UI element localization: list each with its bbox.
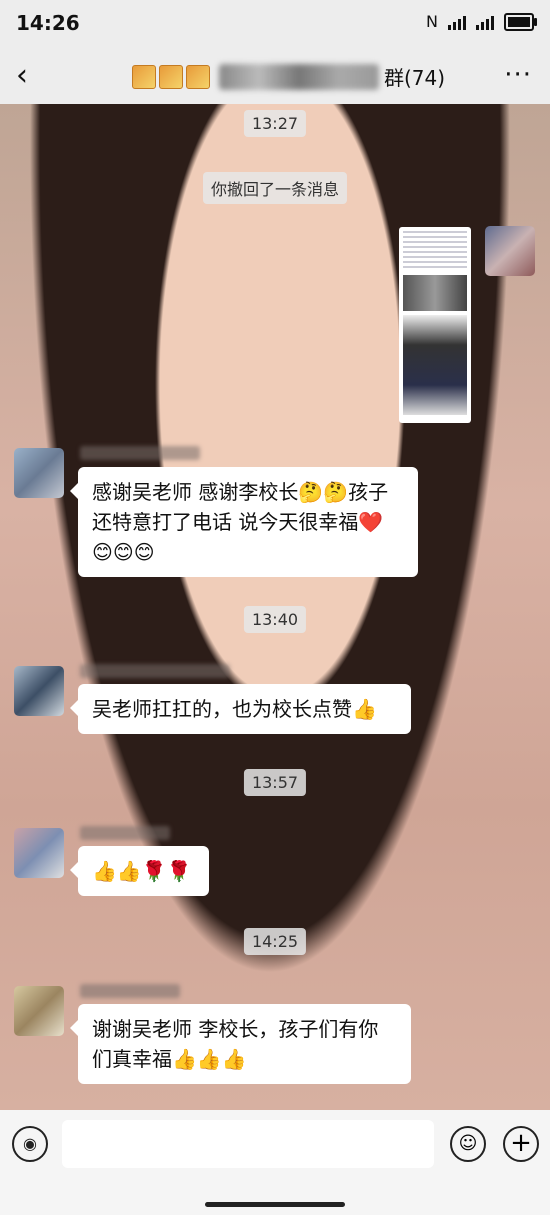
status-bar: 14:26 N (0, 0, 550, 48)
message-text: 😊😊😊 (92, 540, 155, 564)
signal-icon-2 (476, 14, 494, 30)
sender-name (80, 446, 200, 460)
voice-icon[interactable]: ◉ (12, 1126, 48, 1162)
avatar[interactable] (14, 986, 64, 1036)
image-message[interactable] (399, 227, 471, 423)
emoji-icon[interactable]: ☺ (450, 1126, 486, 1162)
battery-charging-icon (504, 12, 537, 31)
message-bubble[interactable]: 👍👍🌹🌹 (70, 846, 209, 896)
chevron-left-icon[interactable]: ‹ (16, 58, 40, 94)
avatar[interactable] (14, 448, 64, 498)
message-text: 感谢吴老师 感谢李校长🤔🤔孩子 (92, 480, 389, 504)
status-icons: N (426, 12, 537, 31)
message-bubble[interactable]: 感谢吴老师 感谢李校长🤔🤔孩子 还特意打了电话 说今天很幸福❤️ 😊😊😊 (70, 467, 418, 577)
sender-name (80, 826, 170, 840)
message-bubble[interactable]: 吴老师扛扛的，也为校长点赞👍 (70, 684, 411, 734)
sender-name (80, 984, 180, 998)
status-time: 14:26 (16, 11, 80, 35)
home-indicator[interactable] (205, 1202, 345, 1207)
message-text: 谢谢吴老师 李校长，孩子们有你 (92, 1017, 379, 1041)
signal-icon (448, 14, 466, 30)
more-horizontal-icon[interactable]: ··· (504, 60, 532, 90)
avatar[interactable] (14, 828, 64, 878)
sender-name (80, 664, 230, 678)
blurred-group-name (219, 63, 379, 90)
timestamp: 14:25 (243, 928, 307, 955)
message-input[interactable] (62, 1120, 434, 1168)
timestamp: 13:57 (243, 769, 307, 796)
message-text: 吴老师扛扛的，也为校长点赞👍 (92, 697, 377, 721)
group-emoji-icon (132, 64, 156, 89)
message-bubble[interactable]: 谢谢吴老师 李校长，孩子们有你 们真幸福👍👍👍 (70, 1004, 411, 1084)
message-text: 们真幸福👍👍👍 (92, 1047, 247, 1071)
avatar[interactable] (14, 666, 64, 716)
group-emoji-icon (186, 64, 210, 89)
group-member-count: 群(74) (384, 66, 446, 90)
timestamp: 13:27 (243, 110, 307, 137)
composer-bar: ◉ ☺ + (0, 1110, 550, 1215)
timestamp: 13:40 (243, 606, 307, 633)
group-emoji-icon (159, 64, 183, 89)
plus-icon[interactable]: + (503, 1126, 539, 1162)
nfc-icon: N (426, 12, 438, 31)
recall-notice: 你撤回了一条消息 (202, 172, 348, 204)
chat-title: 群(74) (132, 62, 445, 91)
chat-header: ‹ 群(74) ··· (0, 48, 550, 104)
avatar[interactable] (485, 226, 535, 276)
message-text: 还特意打了电话 说今天很幸福❤️ (92, 510, 384, 534)
message-text: 👍👍🌹🌹 (92, 859, 192, 883)
